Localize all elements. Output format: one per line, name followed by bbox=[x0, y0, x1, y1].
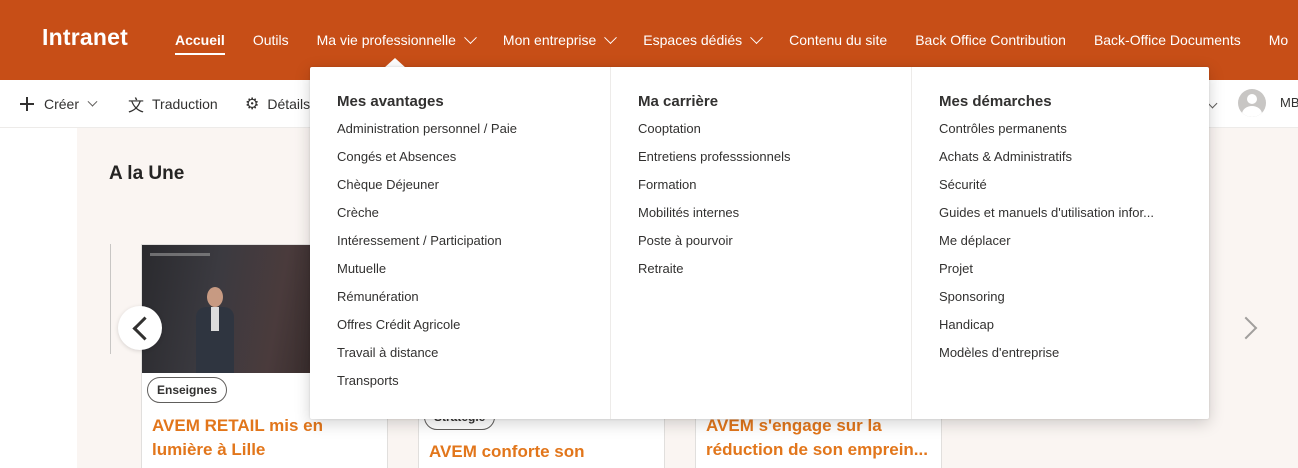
mega-menu-heading[interactable]: Mes démarches bbox=[939, 93, 1209, 113]
nav-item-label: Mo bbox=[1268, 32, 1289, 48]
nav-item-label: Ma vie professionnelle bbox=[316, 32, 456, 48]
avatar-icon[interactable] bbox=[1238, 89, 1266, 117]
menu-link[interactable]: Formation bbox=[638, 177, 878, 205]
chevron-down-icon bbox=[87, 96, 98, 107]
create-button[interactable]: Créer bbox=[20, 80, 98, 128]
nav-item-more[interactable]: Mo bbox=[1255, 0, 1298, 80]
chevron-down-icon bbox=[750, 30, 764, 44]
translate-button[interactable]: 文 Traduction bbox=[128, 80, 218, 128]
menu-link[interactable]: Offres Crédit Agricole bbox=[337, 317, 577, 345]
nav-item-label: Mon entreprise bbox=[502, 32, 597, 48]
menu-link[interactable]: Administration personnel / Paie bbox=[337, 121, 577, 149]
menu-link[interactable]: Transports bbox=[337, 373, 577, 401]
menu-link[interactable]: Sécurité bbox=[939, 177, 1179, 205]
menu-link[interactable]: Mobilités internes bbox=[638, 205, 878, 233]
menu-link[interactable]: Me déplacer bbox=[939, 233, 1179, 261]
site-title[interactable]: Intranet bbox=[42, 24, 128, 51]
menu-link[interactable]: Travail à distance bbox=[337, 345, 577, 373]
menu-link[interactable]: Handicap bbox=[939, 317, 1179, 345]
mega-menu-column: Mes avantages Administration personnel /… bbox=[310, 67, 610, 419]
translate-icon: 文 bbox=[128, 98, 145, 115]
chevron-down-icon[interactable] bbox=[1207, 98, 1218, 109]
mega-menu-heading[interactable]: Ma carrière bbox=[638, 93, 911, 113]
carousel-divider bbox=[110, 244, 111, 354]
menu-link[interactable]: Intéressement / Participation bbox=[337, 233, 577, 261]
menu-link[interactable]: Cooptation bbox=[638, 121, 878, 149]
create-label: Créer bbox=[44, 96, 80, 112]
menu-link[interactable]: Guides et manuels d'utilisation infor... bbox=[939, 205, 1179, 233]
details-button[interactable]: ⚙ Détails bbox=[245, 80, 310, 128]
mega-menu-ma-vie-professionnelle: Mes avantages Administration personnel /… bbox=[310, 67, 1209, 419]
nav-item-label: Accueil bbox=[175, 32, 225, 48]
news-card-title[interactable]: AVEM conforte son bbox=[429, 440, 649, 464]
details-label: Détails bbox=[267, 96, 311, 112]
menu-link[interactable]: Projet bbox=[939, 261, 1179, 289]
menu-link[interactable]: Chèque Déjeuner bbox=[337, 177, 577, 205]
carousel-previous-button[interactable] bbox=[118, 306, 162, 350]
nav-item-label: Outils bbox=[252, 32, 289, 48]
plus-icon bbox=[20, 97, 34, 111]
menu-link[interactable]: Sponsoring bbox=[939, 289, 1179, 317]
translate-label: Traduction bbox=[152, 96, 218, 112]
carousel-next-button[interactable] bbox=[1228, 306, 1272, 350]
user-initials[interactable]: MB bbox=[1280, 95, 1298, 110]
section-title: A la Une bbox=[109, 163, 185, 184]
menu-link[interactable]: Mutuelle bbox=[337, 261, 577, 289]
mega-menu-column: Ma carrière Cooptation Entretiens profes… bbox=[610, 67, 911, 419]
menu-link[interactable]: Crèche bbox=[337, 205, 577, 233]
menu-link[interactable]: Retraite bbox=[638, 261, 878, 289]
mega-menu-column: Mes démarches Contrôles permanents Achat… bbox=[911, 67, 1209, 419]
news-card-title[interactable]: AVEM RETAIL mis en lumière à Lille bbox=[152, 414, 372, 462]
page: Intranet Accueil Outils Ma vie professio… bbox=[0, 0, 1298, 468]
menu-link[interactable]: Entretiens professsionnels bbox=[638, 149, 878, 177]
speaker-figure bbox=[194, 287, 234, 373]
chevron-down-icon bbox=[464, 30, 477, 44]
menu-link[interactable]: Modèles d'entreprise bbox=[939, 345, 1179, 373]
nav-item-label: Contenu du site bbox=[789, 32, 888, 48]
nav-item-label: Back Office Contribution bbox=[915, 32, 1066, 48]
category-tag[interactable]: Enseignes bbox=[147, 377, 228, 403]
menu-link[interactable]: Congés et Absences bbox=[337, 149, 577, 177]
nav-item-label: Back-Office Documents bbox=[1093, 32, 1241, 48]
nav-item-accueil[interactable]: Accueil bbox=[161, 0, 239, 80]
gear-icon: ⚙ bbox=[245, 96, 260, 113]
mega-menu-heading[interactable]: Mes avantages bbox=[337, 93, 610, 113]
menu-link[interactable]: Achats & Administratifs bbox=[939, 149, 1179, 177]
chevron-down-icon bbox=[604, 30, 618, 44]
menu-link[interactable]: Contrôles permanents bbox=[939, 121, 1179, 149]
menu-link[interactable]: Rémunération bbox=[337, 289, 577, 317]
news-card-title[interactable]: AVEM s'engage sur la réduction de son em… bbox=[706, 414, 931, 462]
nav-item-outils[interactable]: Outils bbox=[239, 0, 303, 80]
nav-item-label: Espaces dédiés bbox=[643, 32, 743, 48]
menu-link[interactable]: Poste à pourvoir bbox=[638, 233, 878, 261]
